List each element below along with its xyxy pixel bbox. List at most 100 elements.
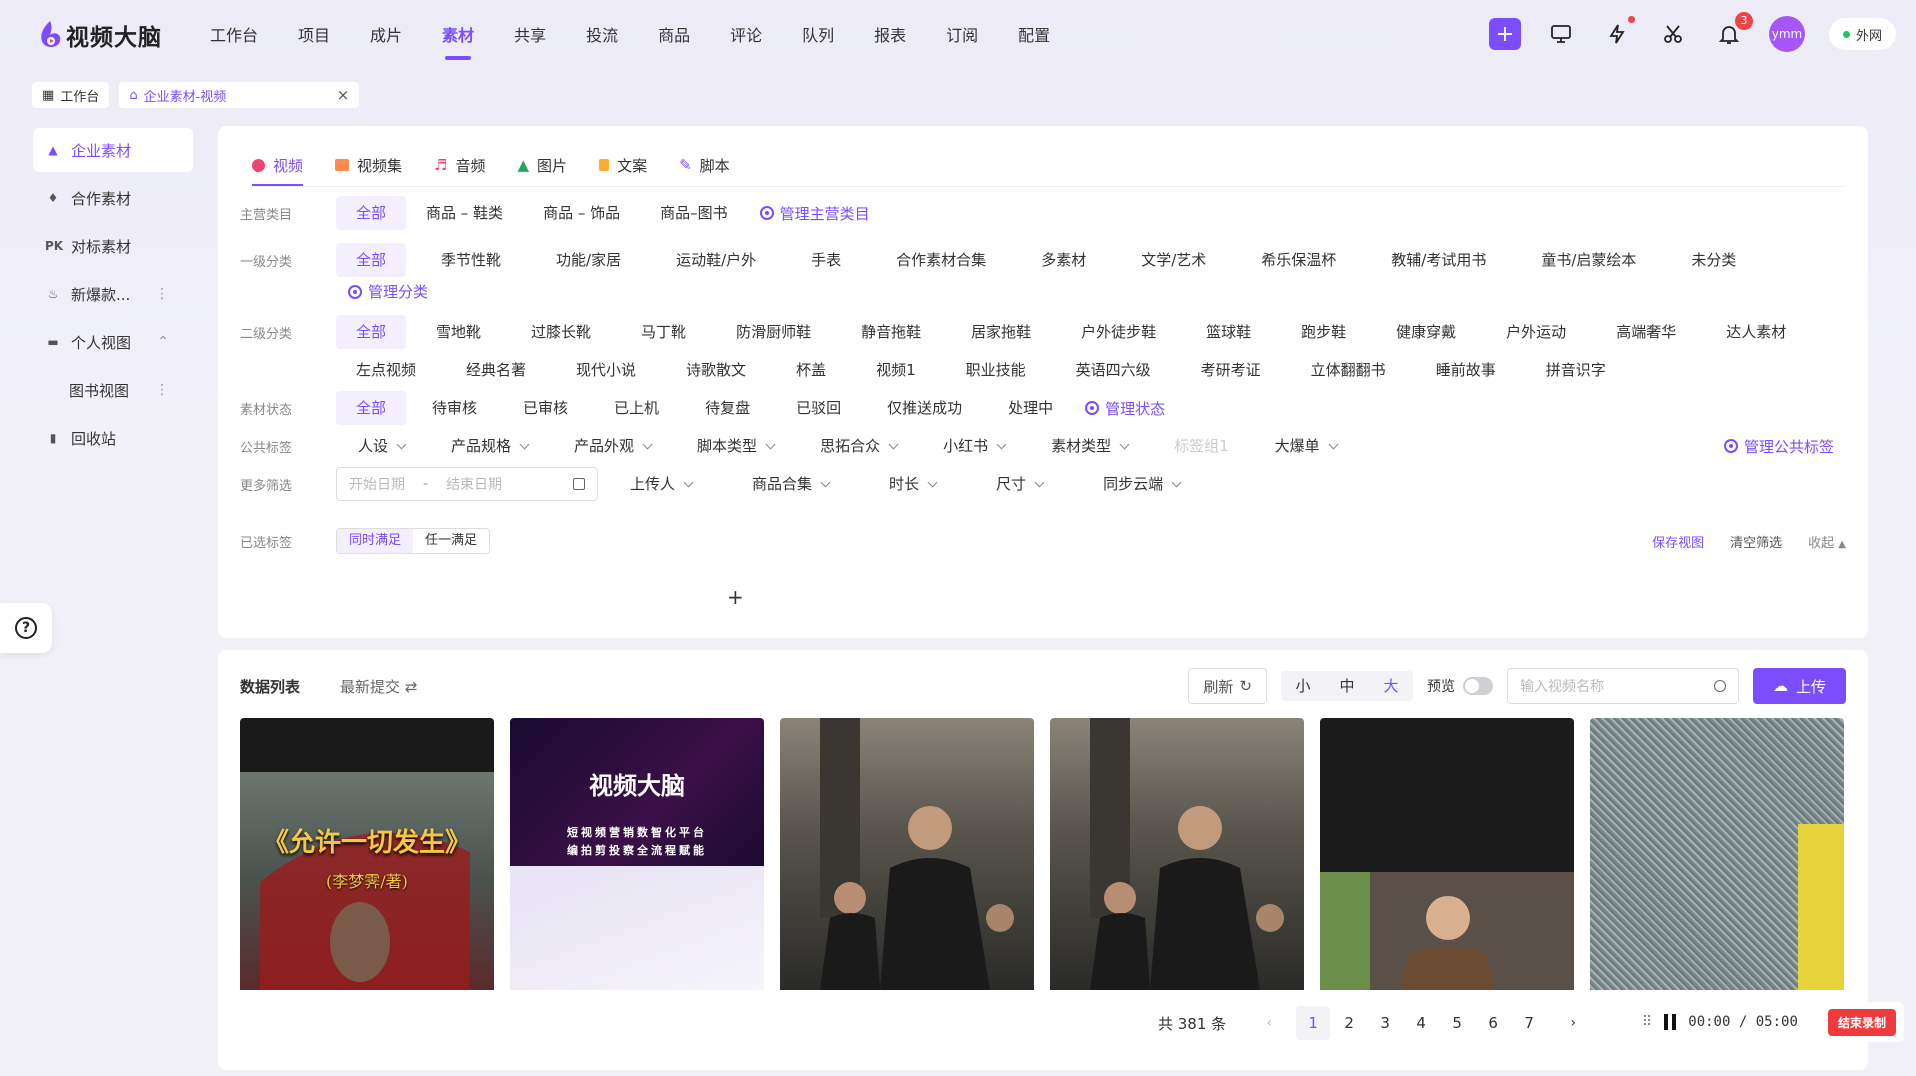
more-icon[interactable]: ⋮ [155, 286, 169, 302]
page-button[interactable]: 5 [1440, 1006, 1474, 1040]
clear-filter-link[interactable]: 清空筛选 [1730, 532, 1782, 551]
end-date-field[interactable]: 结束日期 [446, 474, 502, 494]
nav-item[interactable]: 商品 [638, 0, 710, 72]
filter-chip[interactable]: 视频1 [856, 353, 936, 387]
create-button[interactable]: + [1488, 18, 1521, 50]
video-card[interactable] [1320, 718, 1574, 990]
filter-chip[interactable]: 已上机 [594, 391, 679, 425]
filter-chip[interactable]: 已审核 [503, 391, 588, 425]
filter-chip[interactable]: 高端奢华 [1596, 315, 1696, 349]
nav-item[interactable]: 订阅 [926, 0, 998, 72]
manage-public-tags-link[interactable]: 管理公共标签 [1712, 436, 1846, 457]
filter-chip[interactable]: 过膝长靴 [511, 315, 611, 349]
filter-chip[interactable]: 防滑厨师鞋 [716, 315, 831, 349]
filter-chip[interactable]: 运动鞋/户外 [656, 243, 776, 277]
filter-chip[interactable]: 文学/艺术 [1121, 243, 1226, 277]
video-card[interactable] [780, 718, 1034, 990]
bell-icon[interactable]: 3 [1713, 12, 1753, 50]
filter-chip[interactable]: 处理中 [988, 391, 1073, 425]
page-button[interactable]: 7 [1512, 1006, 1546, 1040]
filter-chip[interactable]: 健康穿戴 [1376, 315, 1476, 349]
tag-dropdown[interactable]: 小红书 [921, 429, 1027, 463]
tab-script[interactable]: ✎ 脚本 [679, 144, 730, 186]
chevron-up-icon[interactable]: ⌃ [157, 334, 169, 350]
page-button[interactable]: 1 [1296, 1006, 1331, 1040]
filter-chip[interactable]: 仅推送成功 [867, 391, 982, 425]
prev-page-button[interactable]: ‹ [1252, 1006, 1286, 1040]
start-date-field[interactable]: 开始日期 [349, 474, 405, 494]
filter-chip[interactable]: 经典名著 [446, 353, 546, 387]
nav-item[interactable]: 投流 [566, 0, 638, 72]
filter-chip[interactable]: 商品–图书 [640, 196, 748, 230]
filter-chip[interactable]: 待审核 [412, 391, 497, 425]
sidebar-item-benchmark[interactable]: PK 对标素材 [33, 224, 193, 268]
filter-chip[interactable]: 功能/家居 [536, 243, 641, 277]
size-medium[interactable]: 中 [1325, 671, 1369, 701]
filter-chip[interactable]: 睡前故事 [1416, 353, 1516, 387]
filter-chip[interactable]: 立体翻翻书 [1291, 353, 1406, 387]
tag-dropdown[interactable]: 产品外观 [552, 429, 673, 463]
nav-item[interactable]: 共享 [494, 0, 566, 72]
page-button[interactable]: 6 [1476, 1006, 1510, 1040]
more-filter-dropdown[interactable]: 上传人 [608, 467, 714, 501]
filter-chip[interactable]: 杯盖 [776, 353, 846, 387]
tab-copy[interactable]: 文案 [599, 144, 647, 186]
page-button[interactable]: 3 [1368, 1006, 1402, 1040]
tag-dropdown[interactable]: 大爆单 [1253, 429, 1359, 463]
more-filter-dropdown[interactable]: 时长 [867, 467, 958, 501]
filter-chip[interactable]: 户外运动 [1486, 315, 1586, 349]
sidebar-item-personal-view[interactable]: ▬ 个人视图 ⌃ [33, 320, 193, 364]
filter-chip[interactable]: 全部 [336, 196, 407, 230]
scissors-icon[interactable] [1657, 18, 1689, 50]
sidebar-item-recycle[interactable]: ▮ 回收站 [33, 416, 193, 460]
filter-chip[interactable]: 现代小说 [556, 353, 656, 387]
nav-item[interactable]: 评论 [710, 0, 782, 72]
tab-audio[interactable]: ♬ 音频 [434, 144, 485, 186]
avatar[interactable]: ymm [1768, 16, 1805, 52]
filter-chip[interactable]: 左点视频 [336, 353, 436, 387]
manage-main-category-link[interactable]: 管理主营类目 [748, 203, 882, 224]
filter-chip[interactable]: 马丁靴 [621, 315, 706, 349]
size-large[interactable]: 大 [1369, 671, 1413, 701]
app-logo[interactable]: 视频大脑 [38, 18, 162, 52]
nav-item[interactable]: 工作台 [190, 0, 278, 72]
video-card[interactable]: 《允许一切发生》 (李梦霁/著) [240, 718, 494, 990]
nav-item[interactable]: 报表 [854, 0, 926, 72]
filter-chip[interactable]: 全部 [336, 243, 407, 277]
nav-item[interactable]: 配置 [998, 0, 1070, 72]
sort-toggle[interactable]: 最新提交 ⇄ [340, 676, 417, 697]
filter-chip[interactable]: 户外徒步鞋 [1061, 315, 1176, 349]
match-all-option[interactable]: 同时满足 [337, 529, 414, 553]
filter-chip[interactable]: 篮球鞋 [1186, 315, 1271, 349]
sidebar-item-hot[interactable]: ♨ 新爆款... ⋮ [33, 272, 193, 316]
filter-chip[interactable]: 静音拖鞋 [841, 315, 941, 349]
search-input[interactable]: 输入视频名称 [1506, 668, 1739, 704]
page-button[interactable]: 2 [1332, 1006, 1366, 1040]
filter-chip[interactable]: 全部 [336, 315, 407, 349]
tag-dropdown[interactable]: 脚本类型 [675, 429, 796, 463]
filter-chip[interactable]: 诗歌散文 [666, 353, 766, 387]
filter-chip[interactable]: 未分类 [1671, 243, 1756, 277]
sidebar-item-cooperation[interactable]: ♦ 合作素材 [33, 176, 193, 220]
filter-chip[interactable]: 达人素材 [1706, 315, 1806, 349]
nav-item[interactable]: 队列 [782, 0, 854, 72]
video-card[interactable]: 视频大脑 短视频营销数智化平台 编拍剪投察全流程赋能 [510, 718, 764, 990]
filter-chip[interactable]: 居家拖鞋 [951, 315, 1051, 349]
manage-status-link[interactable]: 管理状态 [1073, 398, 1177, 419]
filter-chip[interactable]: 待复盘 [685, 391, 770, 425]
nav-item[interactable]: 素材 [422, 0, 494, 72]
manage-category-link[interactable]: 管理分类 [336, 281, 440, 302]
nav-item[interactable]: 项目 [278, 0, 350, 72]
pause-icon[interactable] [1664, 1014, 1677, 1030]
filter-chip[interactable]: 已驳回 [776, 391, 861, 425]
sidebar-item-book-view[interactable]: 图书视图 ⋮ [33, 368, 193, 412]
save-view-link[interactable]: 保存视图 [1652, 532, 1704, 551]
filter-chip[interactable]: 商品 – 鞋类 [406, 196, 523, 230]
tag-dropdown[interactable]: 思拓合众 [798, 429, 919, 463]
filter-chip[interactable]: 考研考证 [1181, 353, 1281, 387]
filter-chip[interactable]: 手表 [791, 243, 861, 277]
refresh-button[interactable]: 刷新 ↻ [1188, 668, 1267, 704]
network-indicator[interactable]: 外网 [1828, 18, 1896, 50]
tag-dropdown[interactable]: 人设 [336, 429, 427, 463]
match-any-option[interactable]: 任一满足 [413, 529, 489, 553]
